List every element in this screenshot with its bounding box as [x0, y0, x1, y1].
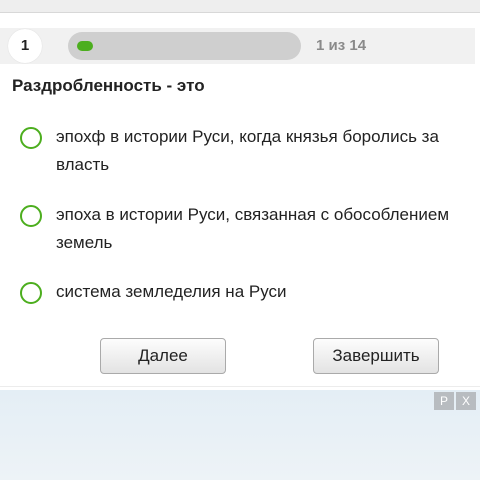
- question-title: Раздробленность - это: [12, 76, 205, 95]
- answer-option-3[interactable]: система земледелия на Руси: [20, 282, 465, 310]
- question-counter: 1 из 14: [316, 37, 367, 54]
- radio-button[interactable]: [20, 282, 42, 304]
- next-button[interactable]: Далее: [100, 338, 226, 374]
- answer-option-label: эпоха в истории Руси, связанная с обособ…: [56, 205, 450, 252]
- question-number-badge: 1: [8, 29, 42, 63]
- ad-report-icon[interactable]: P: [434, 392, 454, 410]
- answer-option-label: система земледелия на Руси: [56, 282, 287, 301]
- progress-bar: [68, 32, 301, 60]
- top-header-bar: [0, 0, 480, 13]
- answer-option-label: эпохф в истории Руси, когда князья борол…: [56, 127, 439, 174]
- ad-banner[interactable]: [0, 390, 480, 480]
- answer-option-2[interactable]: эпоха в истории Руси, связанная с обособ…: [20, 205, 465, 261]
- progress-row: 1 1 из 14: [0, 28, 475, 64]
- progress-bar-fill: [77, 41, 93, 51]
- radio-button[interactable]: [20, 205, 42, 227]
- ad-close-icon[interactable]: X: [456, 392, 476, 410]
- finish-button[interactable]: Завершить: [313, 338, 439, 374]
- radio-button[interactable]: [20, 127, 42, 149]
- answer-option-1[interactable]: эпохф в истории Руси, когда князья борол…: [20, 127, 465, 183]
